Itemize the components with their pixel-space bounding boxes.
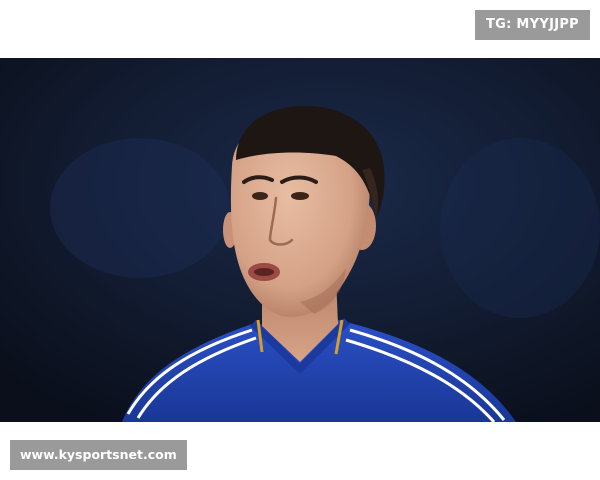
background-blur-light bbox=[50, 138, 230, 278]
website-watermark: www.kysportsnet.com bbox=[10, 440, 187, 470]
player-photo bbox=[0, 58, 600, 422]
eye bbox=[252, 192, 268, 200]
eye bbox=[291, 192, 309, 200]
background-blur-light bbox=[440, 138, 600, 318]
player-illustration bbox=[0, 58, 600, 422]
telegram-watermark: TG: MYYJJPP bbox=[474, 10, 590, 40]
mouth-inner bbox=[254, 268, 274, 276]
